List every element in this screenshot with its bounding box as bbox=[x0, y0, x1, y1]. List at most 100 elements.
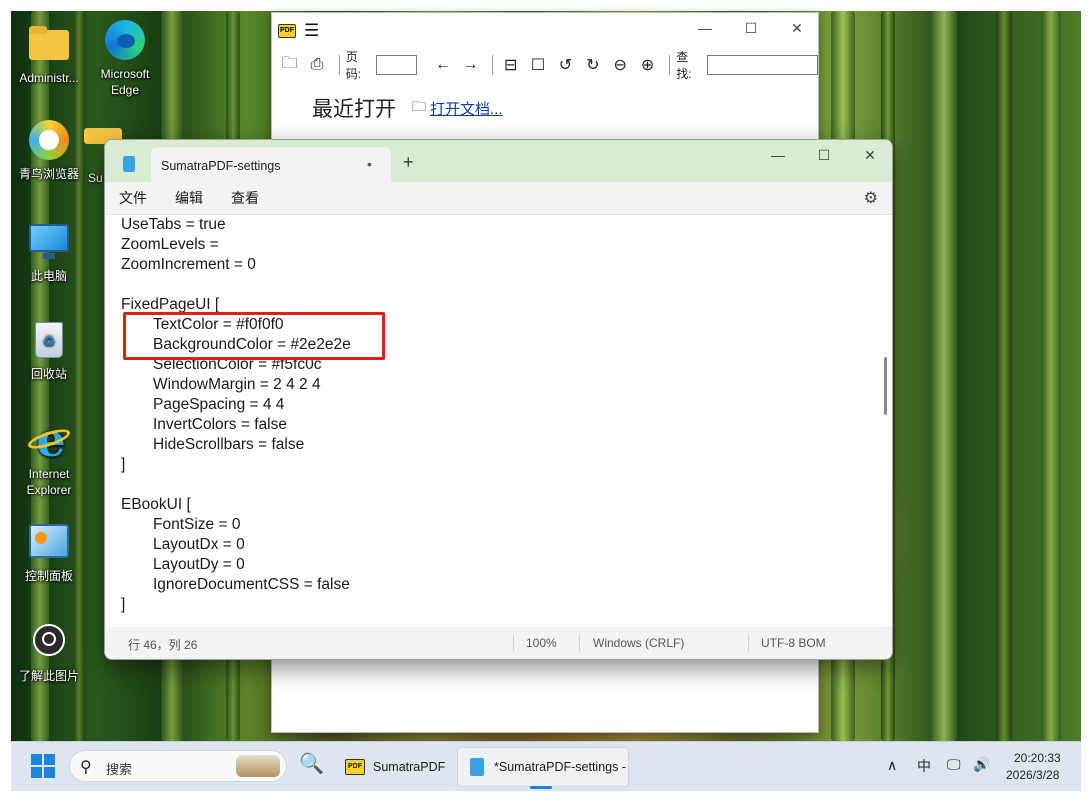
notepad-minimize-button[interactable]: — bbox=[755, 140, 801, 170]
volume-icon[interactable]: 🔊 bbox=[973, 756, 990, 773]
zoom-level[interactable]: 100% bbox=[526, 636, 557, 650]
editor-line: InvertColors = false bbox=[153, 416, 287, 433]
find-label: 查找: bbox=[676, 50, 692, 81]
fit-width-icon[interactable]: ⊟ bbox=[499, 53, 522, 77]
pdf-close-button[interactable]: ✕ bbox=[774, 13, 820, 43]
rotate-right-icon[interactable]: ↻ bbox=[581, 53, 604, 77]
menu-edit[interactable]: 编辑 bbox=[175, 188, 203, 208]
toolbar-separator-3 bbox=[669, 55, 671, 75]
page-label: 页码: bbox=[345, 50, 362, 81]
notepad-maximize-button[interactable]: ☐ bbox=[801, 140, 847, 170]
encoding[interactable]: UTF-8 BOM bbox=[761, 636, 826, 650]
notepad-window[interactable]: SumatraPDF-settings • + — ☐ ✕ 文件 编辑 查看 ⚙… bbox=[104, 139, 893, 660]
desktop-icon-ie[interactable]: e Internet Explorer bbox=[9, 417, 89, 498]
editor-line: HideScrollbars = false bbox=[153, 436, 305, 453]
sumatrapdf-icon: PDF bbox=[345, 759, 365, 775]
ime-indicator[interactable]: 中 bbox=[917, 756, 931, 776]
pdf-minimize-button[interactable]: — bbox=[682, 13, 728, 43]
editor-line: ZoomLevels = bbox=[121, 236, 219, 253]
open-document-link[interactable]: 打开文档... bbox=[430, 98, 503, 119]
find-input[interactable] bbox=[706, 55, 818, 75]
notepad-app-icon bbox=[123, 156, 135, 172]
picture-info-icon bbox=[27, 620, 71, 664]
desktop-icon-control-panel[interactable]: 控制面板 bbox=[9, 520, 89, 584]
taskbar-app-sumatrapdf[interactable]: PDF SumatraPDF bbox=[339, 747, 449, 787]
magnifier-icon[interactable]: 🔍 bbox=[299, 751, 324, 776]
highlight-box bbox=[123, 312, 385, 360]
desktop-icon-edge[interactable]: Microsoft Edge bbox=[85, 18, 165, 98]
taskbar-search[interactable]: ⚲ 搜索 bbox=[69, 750, 287, 782]
notepad-tab[interactable]: SumatraPDF-settings • bbox=[151, 147, 391, 182]
text-editor[interactable]: UseTabs = true ZoomLevels = ZoomIncrement … bbox=[106, 214, 892, 628]
recycle-bin-icon: ♻ bbox=[27, 318, 71, 362]
editor-line: UseTabs = true bbox=[121, 216, 226, 233]
search-placeholder: 搜索 bbox=[106, 762, 133, 777]
cursor-position: 行 46，列 26 bbox=[128, 638, 198, 652]
menu-view[interactable]: 查看 bbox=[231, 188, 259, 208]
page-input[interactable] bbox=[376, 55, 418, 75]
clock-time[interactable]: 20:20:33 bbox=[1014, 751, 1061, 765]
editor-content: UseTabs = true ZoomLevels = ZoomIncrement … bbox=[121, 215, 351, 615]
control-panel-icon bbox=[27, 520, 71, 564]
start-button[interactable] bbox=[31, 754, 55, 778]
fit-page-icon[interactable]: ☐ bbox=[526, 53, 549, 77]
editor-line: FontSize = 0 bbox=[153, 516, 241, 533]
vertical-scrollbar[interactable] bbox=[884, 357, 887, 415]
taskbar: ⚲ 搜索 🔍 PDF SumatraPDF *SumatraPDF-settin… bbox=[11, 741, 1081, 791]
pdf-toolbar: 🗀 ⎙ 页码: ← → ⊟ ☐ ↺ ↻ ⊖ ⊕ 查找: bbox=[272, 49, 818, 81]
notepad-taskbar-icon bbox=[470, 758, 484, 776]
tab-title: SumatraPDF-settings bbox=[161, 159, 281, 173]
ie-icon: e bbox=[25, 417, 73, 463]
show-hidden-icons-chevron-icon[interactable]: ∧ bbox=[887, 757, 897, 774]
editor-line: LayoutDx = 0 bbox=[153, 536, 245, 553]
editor-line: ] bbox=[121, 456, 126, 473]
desktop-icon-this-pc[interactable]: 此电脑 bbox=[9, 220, 89, 284]
zoom-out-icon[interactable]: ⊖ bbox=[609, 53, 632, 77]
settings-gear-icon[interactable]: ⚙ bbox=[864, 188, 878, 208]
toolbar-separator bbox=[338, 55, 340, 75]
menu-file[interactable]: 文件 bbox=[119, 188, 147, 208]
status-bar: 行 46，列 26 100% Windows (CRLF) UTF-8 BOM bbox=[105, 627, 892, 659]
notepad-close-button[interactable]: ✕ bbox=[847, 140, 892, 170]
unsaved-dot-icon[interactable]: • bbox=[367, 156, 372, 172]
edge-icon bbox=[103, 18, 147, 62]
notepad-menubar: 文件 编辑 查看 ⚙ bbox=[105, 182, 892, 214]
status-separator-3 bbox=[748, 635, 749, 651]
desktop-icon-recycle-bin[interactable]: ♻ 回收站 bbox=[9, 318, 89, 382]
hamburger-menu-icon[interactable]: ☰ bbox=[304, 21, 319, 41]
forward-arrow-icon[interactable]: → bbox=[459, 53, 482, 77]
zoom-in-icon[interactable]: ⊕ bbox=[636, 53, 659, 77]
status-separator-2 bbox=[579, 635, 580, 651]
network-icon[interactable]: 🖵 bbox=[947, 756, 961, 773]
editor-line: WindowMargin = 2 4 2 4 bbox=[153, 376, 321, 393]
open-folder-icon[interactable]: 🗀 bbox=[278, 53, 301, 77]
editor-line: ZoomIncrement = 0 bbox=[121, 256, 256, 273]
taskbar-app-notepad[interactable]: *SumatraPDF-settings - bbox=[457, 747, 629, 789]
computer-icon bbox=[27, 220, 71, 264]
active-indicator bbox=[530, 786, 552, 789]
new-tab-button[interactable]: + bbox=[403, 152, 414, 173]
folder-icon bbox=[27, 22, 71, 66]
clock-date[interactable]: 2026/3/28 bbox=[1006, 768, 1059, 782]
browser-icon bbox=[27, 118, 71, 162]
desktop-icon-learn-picture[interactable]: 了解此图片 bbox=[9, 620, 89, 684]
search-highlight-image bbox=[236, 755, 280, 777]
search-icon: ⚲ bbox=[80, 759, 92, 776]
sumatra-logo-icon: PDF bbox=[278, 24, 296, 38]
editor-line: IgnoreDocumentCSS = false bbox=[153, 576, 350, 593]
back-arrow-icon[interactable]: ← bbox=[431, 53, 454, 77]
editor-line: ] bbox=[121, 596, 126, 613]
recent-heading: 最近打开 bbox=[312, 98, 396, 121]
editor-line: LayoutDy = 0 bbox=[153, 556, 245, 573]
pdf-maximize-button[interactable]: ☐ bbox=[728, 13, 774, 43]
editor-line: PageSpacing = 4 4 bbox=[153, 396, 285, 413]
desktop-icon-qingniao-browser[interactable]: 青鸟浏览器 bbox=[9, 118, 89, 182]
line-ending[interactable]: Windows (CRLF) bbox=[593, 636, 684, 650]
print-icon[interactable]: ⎙ bbox=[305, 53, 328, 77]
folder-small-icon: 🗀 bbox=[412, 98, 426, 114]
rotate-left-icon[interactable]: ↺ bbox=[554, 53, 577, 77]
desktop-icon-administrator[interactable]: Administr... bbox=[9, 22, 89, 86]
toolbar-separator-2 bbox=[492, 55, 494, 75]
